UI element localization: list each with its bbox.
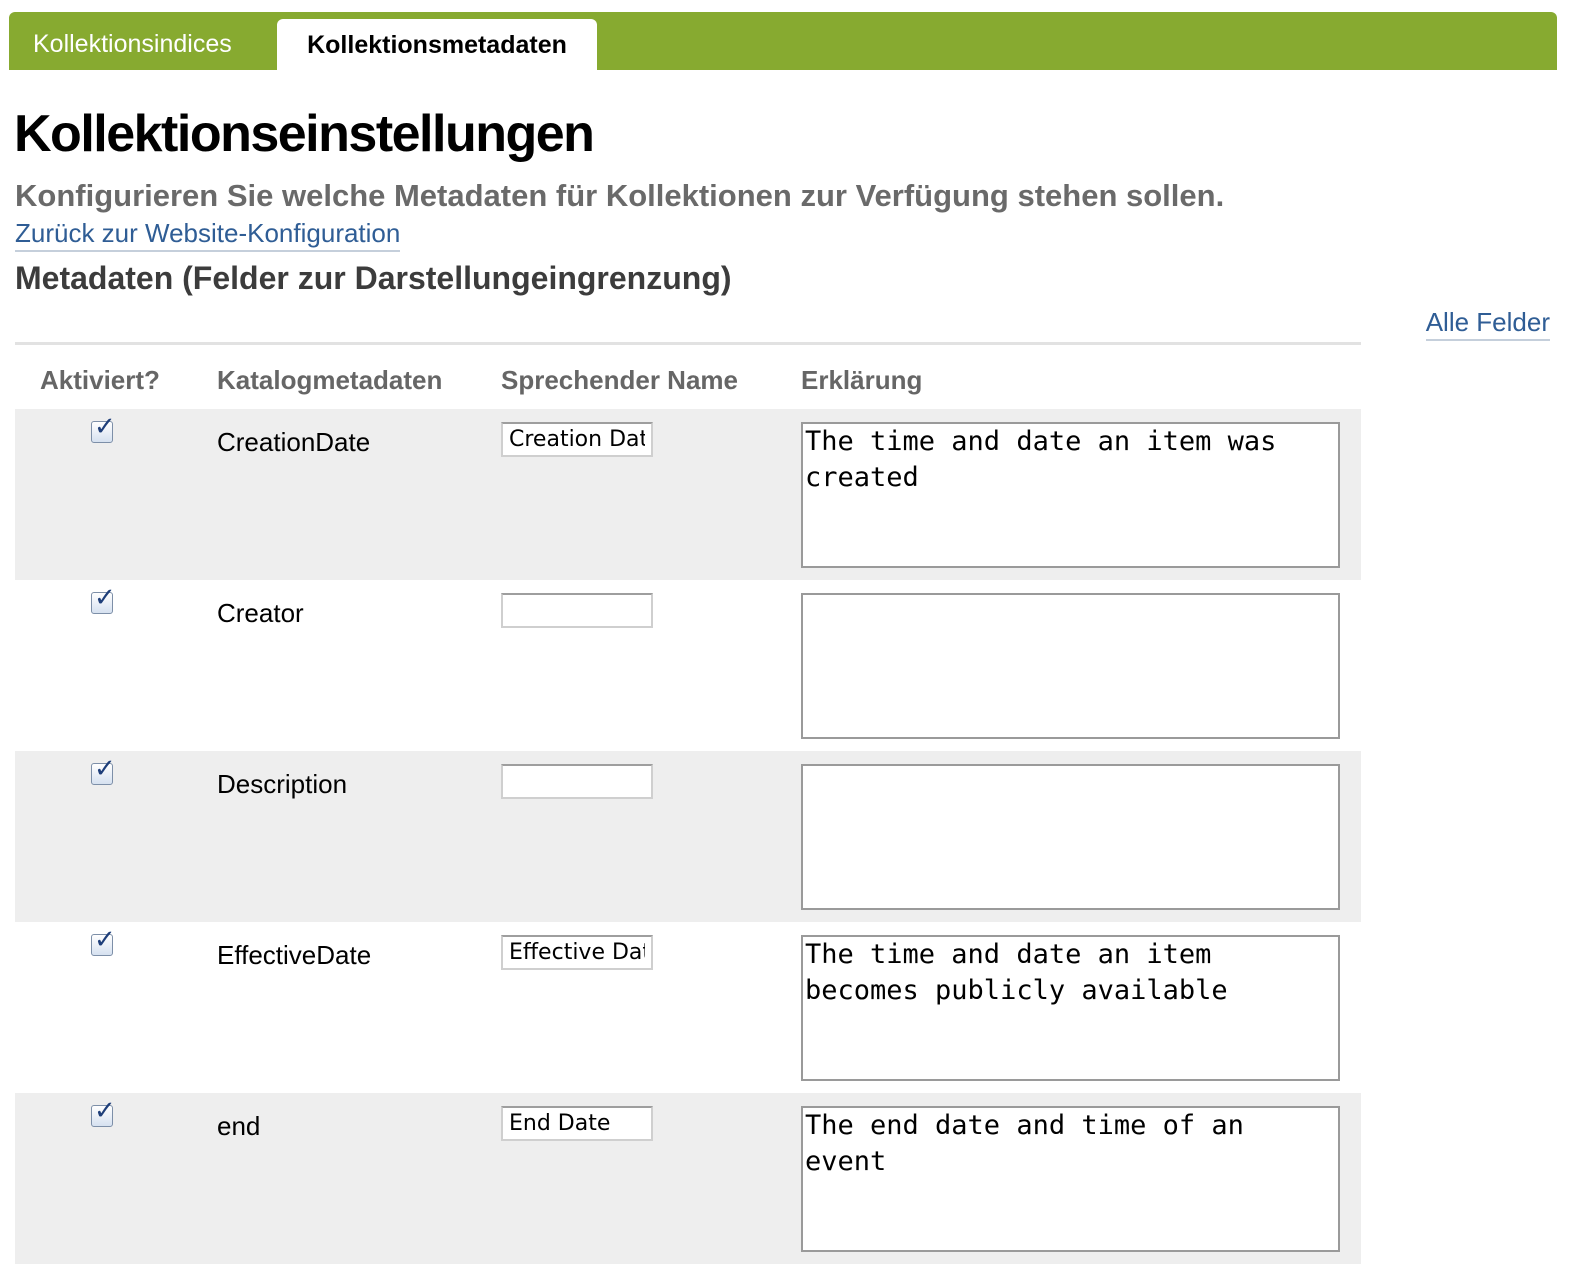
checkmark-icon: ✓ (94, 754, 116, 784)
catalog-field-name: Creator (217, 598, 304, 628)
table-header: Aktiviert? Katalogmetadaten Sprechender … (15, 345, 1361, 409)
back-to-site-setup-link[interactable]: Zurück zur Website-Konfiguration (15, 218, 401, 252)
checkmark-icon: ✓ (94, 412, 116, 442)
description-textarea[interactable]: The time and date an item becomes public… (801, 935, 1340, 1081)
page-description: Konfigurieren Sie welche Metadaten für K… (15, 178, 1225, 213)
enabled-checkbox[interactable]: ✓ (91, 1098, 116, 1127)
all-fields-link[interactable]: Alle Felder (1425, 307, 1550, 341)
tab-bar: Kollektionsindices Kollektionsmetadaten (9, 12, 1557, 70)
catalog-field-name: Description (217, 769, 348, 799)
description-textarea[interactable] (801, 764, 1340, 910)
metadata-table: Aktiviert? Katalogmetadaten Sprechender … (15, 342, 1361, 1264)
header-friendly-name: Sprechender Name (501, 365, 738, 395)
table-row: ✓ EffectiveDate The time and date an ite… (15, 922, 1361, 1093)
page: Kollektionsindices Kollektionsmetadaten … (0, 0, 1570, 1265)
enabled-checkbox[interactable]: ✓ (91, 756, 116, 785)
checkmark-icon: ✓ (94, 925, 116, 955)
description-textarea[interactable] (801, 593, 1340, 739)
table-row: ✓ CreationDate The time and date an item… (15, 409, 1361, 580)
tab-kollektionsindices[interactable]: Kollektionsindices (33, 12, 232, 70)
section-title: Metadaten (Felder zur Darstellungeingren… (15, 260, 732, 296)
tab-kollektionsmetadaten[interactable]: Kollektionsmetadaten (277, 19, 597, 70)
header-catalog-metadata: Katalogmetadaten (217, 365, 443, 395)
friendly-name-input[interactable] (501, 935, 653, 970)
catalog-field-name: EffectiveDate (217, 940, 372, 970)
catalog-field-name: end (217, 1111, 261, 1141)
table-row: ✓ Creator (15, 580, 1361, 751)
checkmark-icon: ✓ (94, 583, 116, 613)
checkmark-icon: ✓ (94, 1096, 116, 1126)
page-title: Kollektionseinstellungen (14, 105, 595, 163)
header-description: Erklärung (801, 365, 923, 395)
table-row: ✓ end The end date and time of an event (15, 1093, 1361, 1264)
enabled-checkbox[interactable]: ✓ (91, 927, 116, 956)
friendly-name-input[interactable] (501, 764, 653, 799)
friendly-name-input[interactable] (501, 1106, 653, 1141)
header-enabled: Aktiviert? (40, 365, 160, 395)
description-textarea[interactable]: The end date and time of an event (801, 1106, 1340, 1252)
friendly-name-input[interactable] (501, 422, 653, 457)
friendly-name-input[interactable] (501, 593, 653, 628)
catalog-field-name: CreationDate (217, 427, 371, 457)
enabled-checkbox[interactable]: ✓ (91, 414, 116, 443)
table-row: ✓ Description (15, 751, 1361, 922)
enabled-checkbox[interactable]: ✓ (91, 585, 116, 614)
description-textarea[interactable]: The time and date an item was created (801, 422, 1340, 568)
